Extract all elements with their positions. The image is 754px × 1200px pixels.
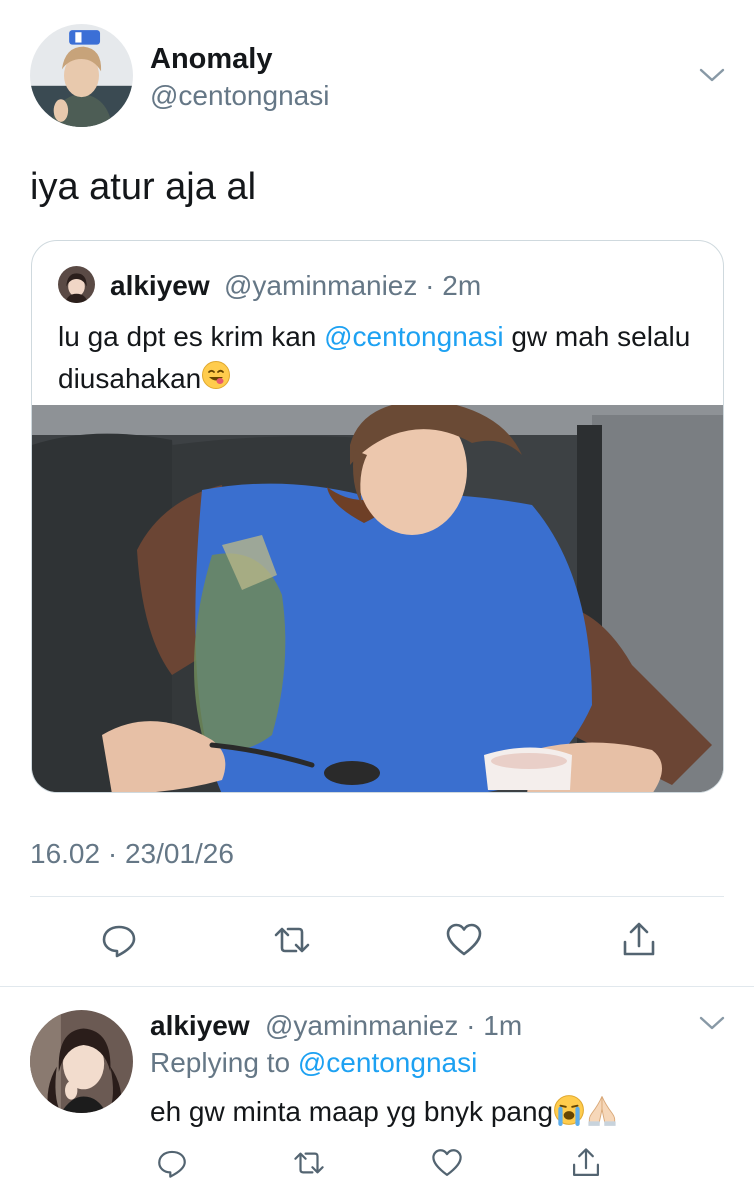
share-icon [572, 1148, 600, 1177]
face-savoring-food-emoji [201, 360, 231, 402]
quoted-author-meta: @yaminmaniez · 2m [224, 270, 481, 302]
author-avatar[interactable] [30, 24, 133, 127]
loudly-crying-face-emoji [553, 1094, 585, 1133]
quoted-tweet-photo[interactable] [32, 405, 723, 792]
quoted-tweet-card[interactable]: alkiyew @yaminmaniez · 2m lu ga dpt es k… [31, 240, 724, 793]
folded-hands-emoji [585, 1093, 619, 1134]
reply-tweet-text: eh gw minta maap yg bnyk pang [150, 1093, 619, 1134]
avatar-image [30, 1010, 133, 1113]
replying-to-line: Replying to @centongnasi [150, 1047, 477, 1079]
reply-icon [102, 925, 136, 958]
replying-to-mention-link[interactable]: @centongnasi [298, 1047, 477, 1078]
reply-text-body: eh gw minta maap yg bnyk pang [150, 1095, 554, 1127]
reply-author-name[interactable]: alkiyew [150, 1010, 250, 1042]
avatar-image [58, 266, 95, 303]
avatar-image [30, 24, 133, 127]
reply-author-meta: @yaminmaniez · 1m [265, 1010, 522, 1042]
tweet-text: iya atur aja al [30, 166, 257, 208]
quoted-tweet-text: lu ga dpt es krim kan @centongnasi gw ma… [58, 316, 708, 402]
share-icon [623, 922, 655, 956]
replying-to-prefix: Replying to [150, 1047, 298, 1078]
retweet-button[interactable] [287, 1141, 331, 1185]
meta-separator: · [458, 1010, 484, 1041]
author-name[interactable]: Anomaly [150, 43, 272, 76]
chevron-down-icon[interactable] [698, 65, 726, 85]
chevron-down-icon[interactable] [698, 1013, 726, 1033]
reply-button[interactable] [150, 1141, 194, 1185]
photo-image [32, 405, 723, 792]
divider [0, 986, 754, 987]
reply-author-handle[interactable]: @yaminmaniez [265, 1010, 458, 1041]
quoted-author-name: alkiyew [110, 270, 210, 301]
heart-icon [446, 923, 482, 956]
share-button[interactable] [564, 1141, 608, 1185]
share-button[interactable] [617, 918, 661, 962]
author-handle[interactable]: @centongnasi [150, 80, 329, 112]
like-button[interactable] [425, 1141, 469, 1185]
quoted-author-avatar [58, 266, 95, 303]
reply-tweet-age[interactable]: 1m [483, 1010, 522, 1041]
reply-author-avatar[interactable] [30, 1010, 133, 1113]
quoted-tweet-age: 2m [442, 270, 482, 301]
retweet-button[interactable] [270, 918, 314, 962]
quoted-text-before: lu ga dpt es krim kan [58, 321, 325, 352]
retweet-icon [294, 1152, 324, 1174]
divider [30, 896, 724, 897]
reply-icon [158, 1150, 186, 1178]
retweet-icon [274, 927, 310, 953]
reply-button[interactable] [97, 918, 141, 962]
meta-separator: · [417, 270, 443, 301]
quoted-mention-link[interactable]: @centongnasi [324, 321, 503, 352]
like-button[interactable] [442, 918, 486, 962]
quoted-author-handle: @yaminmaniez [224, 270, 418, 301]
tweet-timestamp[interactable]: 16.02 · 23/01/26 [30, 838, 234, 870]
heart-icon [432, 1149, 462, 1177]
